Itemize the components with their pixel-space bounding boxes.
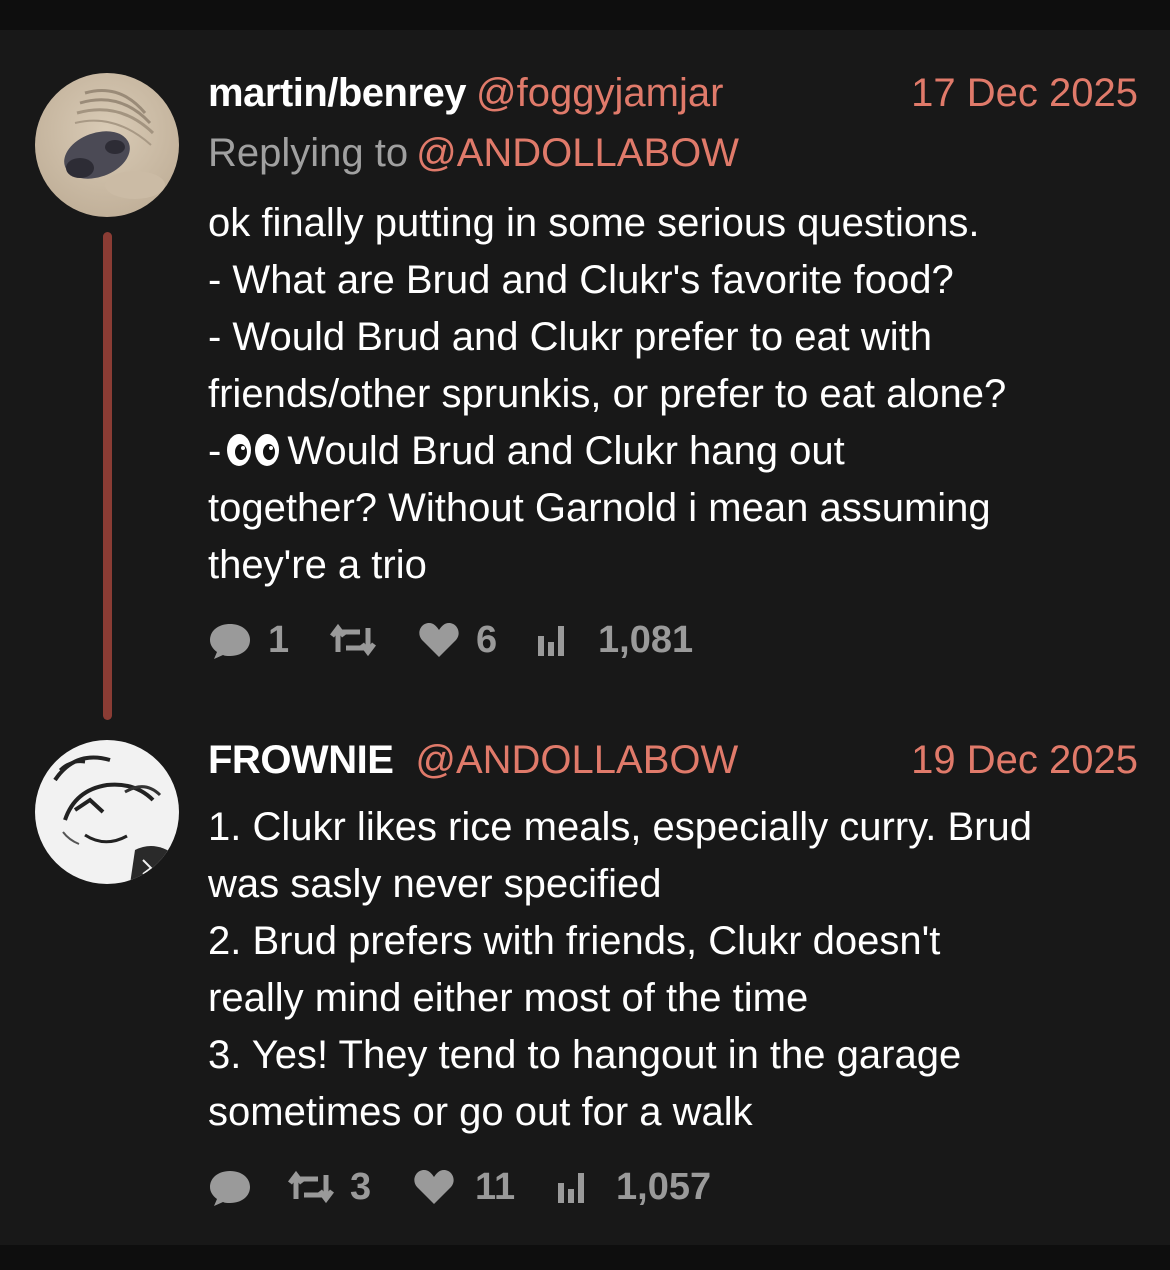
post-body-line-eyes: - Would Brud and Clukr hang out <box>208 423 1148 480</box>
reply-button[interactable] <box>208 1162 268 1212</box>
repost-arrows-icon <box>330 623 376 657</box>
speech-bubble-icon <box>210 624 250 659</box>
heart-icon <box>419 623 459 657</box>
replying-to-handle[interactable]: @ANDOLLABOW <box>416 131 739 175</box>
like-count: 6 <box>476 619 498 661</box>
replying-to-label: Replying to <box>208 131 409 175</box>
view-count: 1,081 <box>598 619 694 661</box>
top-edge <box>0 0 1170 30</box>
thread-connector-line <box>103 232 112 720</box>
post-body-line: ok finally putting in some serious quest… <box>208 201 980 245</box>
post-date[interactable]: 17 Dec 2025 <box>911 68 1138 118</box>
post-body-line: 2. Brud prefers with friends, Clukr does… <box>208 919 941 963</box>
like-button[interactable]: 11 <box>413 1162 533 1212</box>
replying-to: Replying to @ANDOLLABOW <box>208 128 739 178</box>
user-handle[interactable]: @foggyjamjar <box>476 71 723 115</box>
user-handle[interactable]: @ANDOLLABOW <box>415 738 738 782</box>
post-body-line: - Would Brud and Clukr prefer to eat wit… <box>208 315 933 359</box>
dash-prefix: - <box>208 429 222 473</box>
post-body: 1. Clukr likes rice meals, especially cu… <box>208 799 1148 1141</box>
post-body-line: friends/other sprunkis, or prefer to eat… <box>208 372 1007 416</box>
post-header: martin/benrey @foggyjamjar 17 Dec 2025 <box>208 68 1138 118</box>
repost-button[interactable]: 3 <box>288 1162 398 1212</box>
post-body-line: 1. Clukr likes rice meals, especially cu… <box>208 805 1032 849</box>
speech-bubble-icon <box>210 1171 250 1206</box>
avatar-andollabow[interactable] <box>35 740 179 884</box>
like-button[interactable]: 6 <box>418 615 528 665</box>
post-body-line: - What are Brud and Clukr's favorite foo… <box>208 258 954 302</box>
repost-count: 3 <box>350 1166 372 1208</box>
post-body-line: really mind either most of the time <box>208 976 809 1020</box>
bar-chart-icon <box>538 626 564 656</box>
post-body-text: Would Brud and Clukr hang out <box>287 429 845 473</box>
views-button[interactable]: 1,081 <box>534 615 714 665</box>
bar-chart-icon <box>558 1173 584 1203</box>
post-body-line: was sasly never specified <box>208 862 662 906</box>
bottom-edge <box>0 1245 1170 1270</box>
eyes-emoji-icon <box>225 427 281 466</box>
reply-button[interactable]: 1 <box>208 615 298 665</box>
display-name[interactable]: martin/benrey <box>208 71 467 115</box>
views-button[interactable]: 1,057 <box>554 1162 744 1212</box>
post-body: ok finally putting in some serious quest… <box>208 195 1148 594</box>
like-count: 11 <box>475 1166 516 1208</box>
post-header: FROWNIE @ANDOLLABOW 19 Dec 2025 <box>208 735 1138 785</box>
repost-arrows-icon <box>288 1170 334 1204</box>
display-name[interactable]: FROWNIE <box>208 738 394 782</box>
post-body-line: they're a trio <box>208 543 427 587</box>
post-body-line: sometimes or go out for a walk <box>208 1090 753 1134</box>
view-count: 1,057 <box>616 1166 712 1208</box>
post-body-line: together? Without Garnold i mean assumin… <box>208 486 991 530</box>
reply-count: 1 <box>268 619 290 661</box>
post-body-line: 3. Yes! They tend to hangout in the gara… <box>208 1033 962 1077</box>
heart-icon <box>414 1170 454 1204</box>
repost-button[interactable] <box>330 615 390 665</box>
avatar-foggyjamjar[interactable] <box>35 73 179 217</box>
post-date[interactable]: 19 Dec 2025 <box>911 735 1138 785</box>
post-actions: 1 6 1,081 <box>208 615 728 665</box>
post-actions: 3 11 1,057 <box>208 1162 748 1212</box>
